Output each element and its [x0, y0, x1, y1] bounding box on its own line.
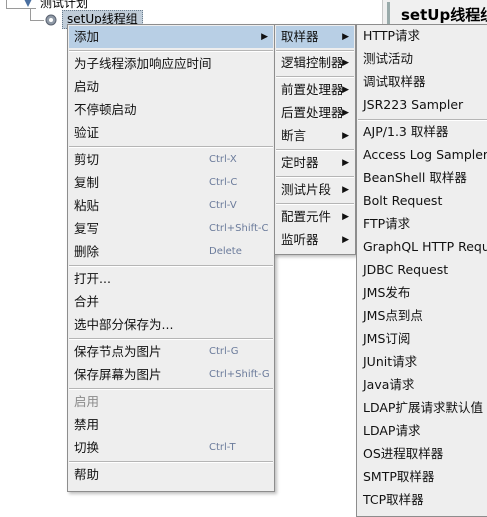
submenu-item-test-fragment[interactable]: 测试片段 ▶: [276, 179, 354, 201]
tree-connector: [6, 0, 7, 8]
submenu-arrow-icon: ▶: [342, 108, 349, 118]
menu-item-save-node-as-image[interactable]: 保存节点为图片 Ctrl-G: [69, 341, 273, 363]
menu-separator: [276, 149, 354, 151]
menu-separator: [276, 76, 354, 78]
sampler-submenu: HTTP请求 测试活动 调试取样器 JSR223 Sampler AJP/1.3…: [356, 24, 487, 517]
menu-item-add[interactable]: 添加 ▶: [69, 26, 273, 48]
menu-separator: [69, 338, 273, 340]
submenu-arrow-icon: ▶: [342, 212, 349, 222]
menu-item-copy[interactable]: 复制 Ctrl-C: [69, 172, 273, 194]
tree-connector: [6, 8, 36, 9]
submenu-arrow-icon: ▶: [342, 85, 349, 95]
sampler-item-os-process[interactable]: OS进程取样器: [358, 443, 487, 465]
tree-connector: [30, 20, 44, 21]
gear-icon: [45, 14, 57, 26]
menu-item-enable: 启用: [74, 394, 100, 409]
sampler-item-smtp[interactable]: SMTP取样器: [358, 466, 487, 488]
shortcut-label: Delete: [209, 246, 242, 257]
shortcut-label: Ctrl+Shift-C: [209, 223, 269, 234]
sampler-item-graphql[interactable]: GraphQL HTTP Request: [358, 236, 487, 258]
sampler-item-access-log[interactable]: Access Log Sampler: [358, 144, 487, 166]
context-menu: 添加 ▶ 为子线程添加响应应时间 启动 不停顿启动 验证 剪切 Ctrl-X 复…: [67, 24, 275, 492]
shortcut-label: Ctrl-C: [209, 177, 238, 188]
submenu-item-assertion[interactable]: 断言 ▶: [276, 125, 354, 147]
menu-item-delete[interactable]: 删除 Delete: [69, 241, 273, 263]
shortcut-label: Ctrl+Shift-G: [209, 369, 270, 380]
menu-item-paste[interactable]: 粘贴 Ctrl-V: [69, 195, 273, 217]
shortcut-label: Ctrl-T: [209, 442, 236, 453]
menu-item-toggle[interactable]: 切换 Ctrl-T: [69, 437, 273, 459]
sampler-item-debug-sampler[interactable]: 调试取样器: [358, 71, 487, 93]
sampler-item-jms-point-to-point[interactable]: JMS点到点: [358, 305, 487, 327]
sampler-item-java-request[interactable]: Java请求: [358, 374, 487, 396]
menu-separator: [69, 50, 273, 52]
menu-separator: [276, 176, 354, 178]
sampler-item-bolt[interactable]: Bolt Request: [358, 190, 487, 212]
menu-item-merge[interactable]: 合并: [69, 291, 273, 313]
menu-separator: [69, 265, 273, 267]
submenu-item-logic-controller[interactable]: 逻辑控制器 ▶: [276, 52, 354, 74]
tree-connector: [30, 8, 31, 20]
submenu-item-post-processor[interactable]: 后置处理器 ▶: [276, 102, 354, 124]
header-divider: [387, 2, 390, 26]
menu-separator: [69, 146, 273, 148]
menu-item-add-think-time[interactable]: 为子线程添加响应应时间: [69, 53, 273, 75]
submenu-arrow-icon: ▶: [342, 158, 349, 168]
sampler-item-jsr223[interactable]: JSR223 Sampler: [358, 94, 487, 116]
submenu-arrow-icon: ▶: [342, 32, 349, 42]
menu-item-help[interactable]: 帮助: [69, 464, 273, 486]
menu-item-open[interactable]: 打开...: [69, 268, 273, 290]
menu-item-validate[interactable]: 验证: [69, 122, 273, 144]
sampler-item-ldap-extended[interactable]: LDAP扩展请求默认值: [358, 397, 487, 419]
menu-item-start-no-pause[interactable]: 不停顿启动: [69, 99, 273, 121]
menu-item-save-selection-as[interactable]: 选中部分保存为...: [69, 314, 273, 336]
menu-separator: [69, 388, 273, 390]
add-submenu: 取样器 ▶ 逻辑控制器 ▶ 前置处理器 ▶ 后置处理器 ▶ 断言 ▶ 定时器 ▶…: [274, 24, 356, 255]
shortcut-label: Ctrl-G: [209, 346, 239, 357]
menu-item-cut[interactable]: 剪切 Ctrl-X: [69, 149, 273, 171]
menu-separator: [276, 203, 354, 205]
sampler-item-ajp[interactable]: AJP/1.3 取样器: [358, 121, 487, 143]
submenu-arrow-icon: ▶: [261, 32, 268, 42]
sampler-item-jms-subscriber[interactable]: JMS订阅: [358, 328, 487, 350]
shortcut-label: Ctrl-X: [209, 154, 237, 165]
sampler-item-jdbc[interactable]: JDBC Request: [358, 259, 487, 281]
menu-item-duplicate[interactable]: 复写 Ctrl+Shift-C: [69, 218, 273, 240]
submenu-arrow-icon: ▶: [342, 58, 349, 68]
test-plan-icon: [24, 0, 32, 7]
sampler-item-jms-publisher[interactable]: JMS发布: [358, 282, 487, 304]
sampler-item-ldap-request[interactable]: LDAP请求: [358, 420, 487, 442]
submenu-arrow-icon: ▶: [342, 131, 349, 141]
sampler-item-http-request[interactable]: HTTP请求: [358, 25, 487, 47]
sampler-item-ftp[interactable]: FTP请求: [358, 213, 487, 235]
menu-separator: [69, 461, 273, 463]
menu-item-start[interactable]: 启动: [69, 76, 273, 98]
shortcut-label: Ctrl-V: [209, 200, 237, 211]
sampler-item-beanshell[interactable]: BeanShell 取样器: [358, 167, 487, 189]
sampler-item-tcp[interactable]: TCP取样器: [358, 489, 487, 511]
submenu-arrow-icon: ▶: [342, 235, 349, 245]
sampler-item-junit[interactable]: JUnit请求: [358, 351, 487, 373]
submenu-item-sampler[interactable]: 取样器 ▶: [276, 26, 354, 48]
submenu-arrow-icon: ▶: [342, 185, 349, 195]
submenu-item-pre-processor[interactable]: 前置处理器 ▶: [276, 79, 354, 101]
submenu-item-listener[interactable]: 监听器 ▶: [276, 229, 354, 251]
submenu-item-timer[interactable]: 定时器 ▶: [276, 152, 354, 174]
sampler-item-test-action[interactable]: 测试活动: [358, 48, 487, 70]
menu-item-save-screen-as-image[interactable]: 保存屏幕为图片 Ctrl+Shift-G: [69, 364, 273, 386]
menu-item-disable[interactable]: 禁用: [69, 414, 273, 436]
element-title: setUp线程组: [401, 6, 487, 24]
submenu-item-config-element[interactable]: 配置元件 ▶: [276, 206, 354, 228]
